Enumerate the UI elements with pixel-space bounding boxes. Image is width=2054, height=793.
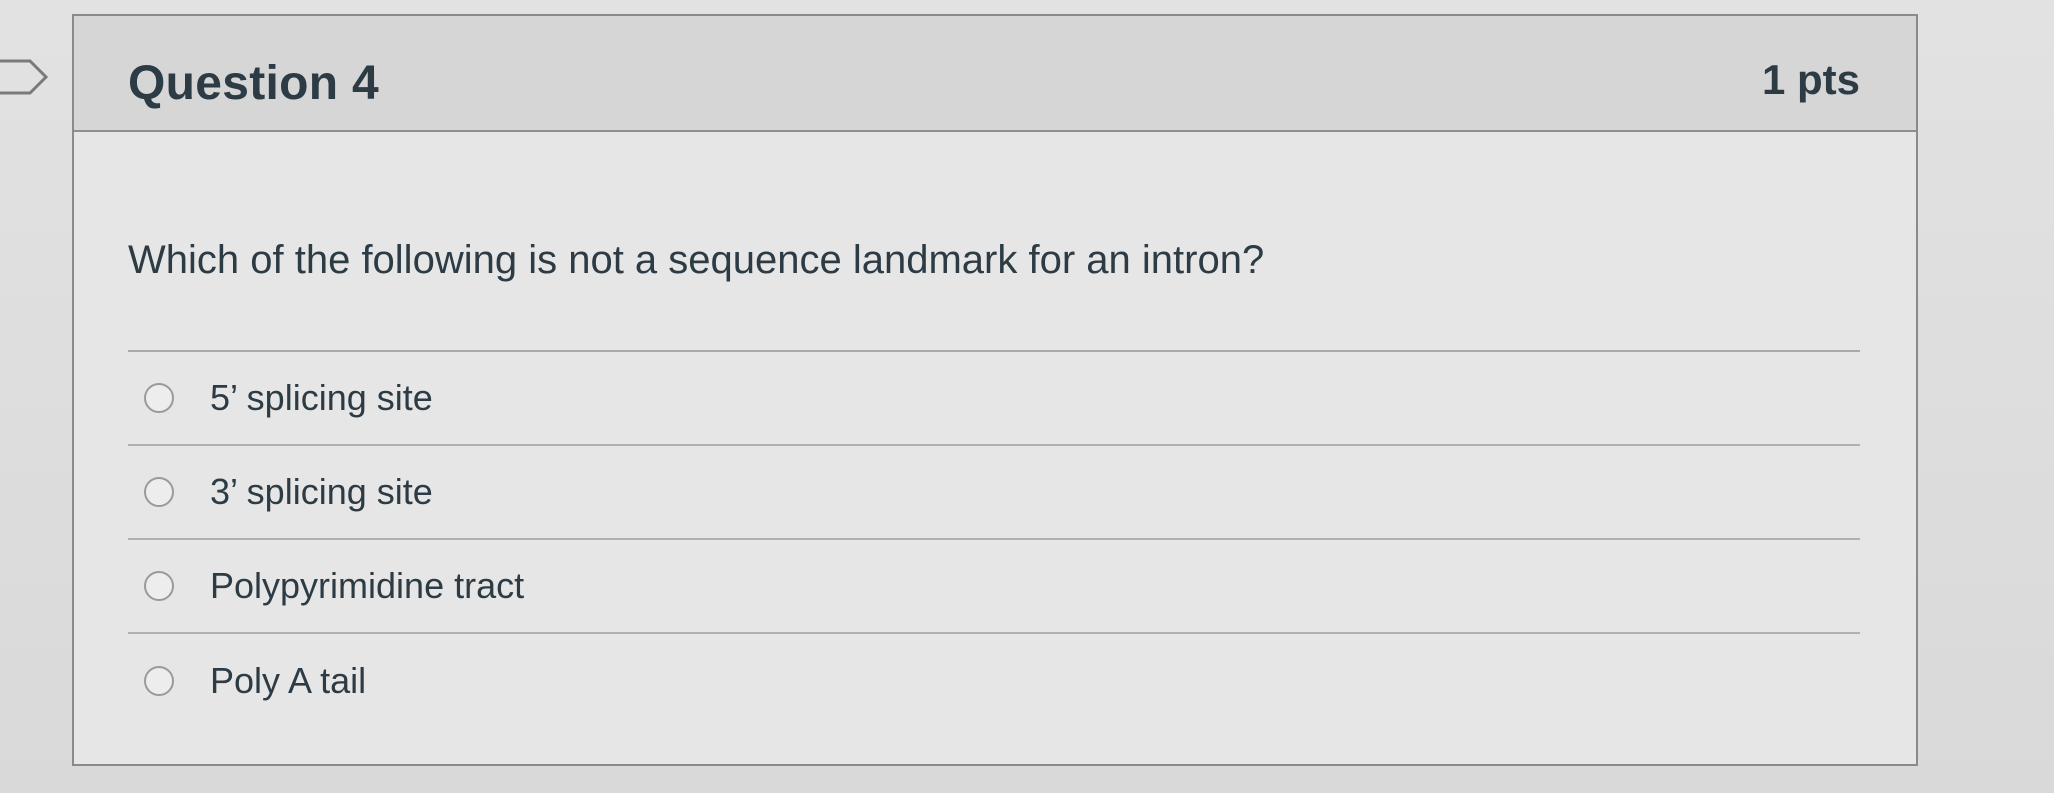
flag-question-icon[interactable]: [0, 58, 50, 96]
answer-label[interactable]: 3’ splicing site: [210, 471, 433, 513]
question-header: Question 4 1 pts: [74, 16, 1916, 132]
question-points: 1 pts: [1761, 56, 1860, 103]
question-card: Question 4 1 pts Which of the following …: [72, 14, 1918, 766]
radio-button[interactable]: [144, 571, 174, 601]
radio-button[interactable]: [144, 383, 174, 413]
answer-list: 5’ splicing site 3’ splicing site Polypy…: [128, 352, 1860, 728]
answer-label[interactable]: Poly A tail: [210, 660, 366, 702]
answer-label[interactable]: 5’ splicing site: [210, 377, 433, 419]
question-body: Which of the following is not a sequence…: [74, 134, 1916, 764]
quiz-page: Question 4 1 pts Which of the following …: [0, 0, 2054, 793]
radio-button[interactable]: [144, 477, 174, 507]
radio-button[interactable]: [144, 666, 174, 696]
answer-option[interactable]: Poly A tail: [128, 634, 1860, 728]
answer-option[interactable]: 3’ splicing site: [128, 446, 1860, 540]
answer-label[interactable]: Polypyrimidine tract: [210, 565, 524, 607]
question-text: Which of the following is not a sequence…: [128, 238, 1265, 282]
answer-option[interactable]: Polypyrimidine tract: [128, 540, 1860, 634]
question-title: Question 4: [128, 57, 380, 110]
answer-option[interactable]: 5’ splicing site: [128, 352, 1860, 446]
